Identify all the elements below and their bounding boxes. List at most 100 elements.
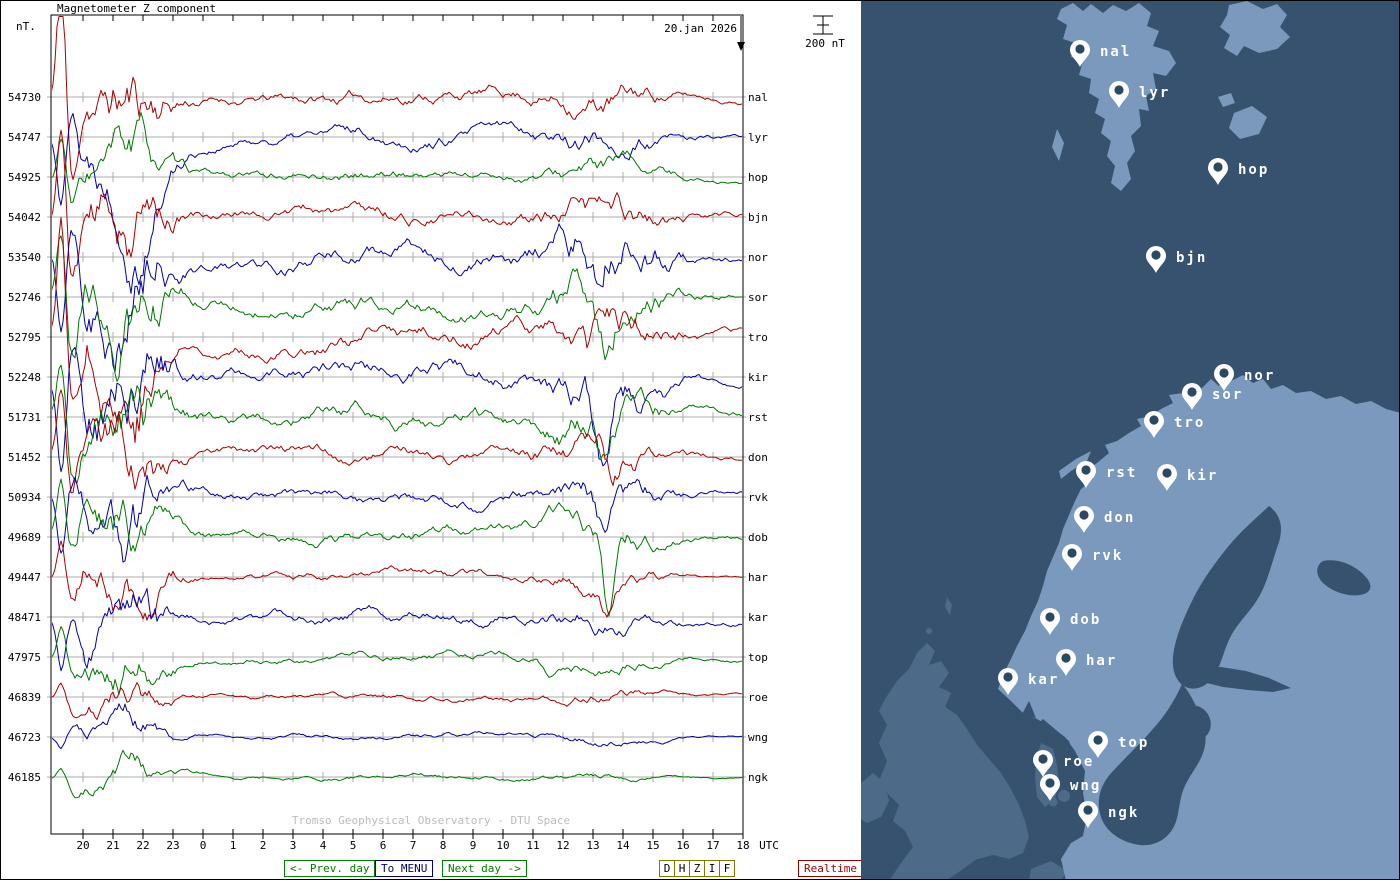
magnetogram-trace-top [52, 626, 742, 695]
baseline-value-kir: 52248 [8, 371, 41, 384]
baseline-value-dob: 49689 [8, 531, 41, 544]
axes: 54730 nal54747 lyr54925 hop54042 bjn53540 nor… [8, 14, 833, 852]
baseline-value-hop: 54925 [8, 171, 41, 184]
x-axis-hour-label: 16 [676, 839, 689, 852]
x-axis-hour-label: 5 [350, 839, 357, 852]
magnetogram-trace-bjn [52, 129, 742, 277]
x-axis-hour-label: 9 [470, 839, 477, 852]
pin-hole [1067, 548, 1077, 558]
pin-label-kar: kar [1028, 672, 1059, 688]
pin-label-kir: kir [1187, 468, 1218, 484]
station-label-dob: dob [748, 531, 768, 544]
station-label-roe: roe [748, 691, 768, 704]
baseline-value-ngk: 46185 [8, 771, 41, 784]
pin-label-sor: sor [1212, 387, 1243, 403]
baseline-value-wng: 46723 [8, 731, 41, 744]
station-label-rvk: rvk [748, 491, 768, 504]
scale-bar-icon [813, 15, 833, 35]
pin-hole [1061, 653, 1071, 663]
station-label-sor: sor [748, 291, 768, 304]
magnetogram-trace-wng [52, 703, 742, 750]
magnetogram-trace-rst [52, 364, 742, 484]
x-axis-hour-label: 1 [230, 839, 237, 852]
station-label-top: top [748, 651, 768, 664]
baseline-value-rvk: 50934 [8, 491, 41, 504]
traces [52, 16, 742, 799]
prev-day-button[interactable]: <- Prev. day [284, 860, 376, 877]
component-button-F[interactable]: F [719, 860, 735, 877]
magnetogram-trace-ngk [52, 749, 742, 799]
pin-label-bjn: bjn [1176, 250, 1207, 266]
pin-hole [1151, 250, 1161, 260]
station-label-rst: rst [748, 411, 768, 424]
station-label-tro: tro [748, 331, 768, 344]
pin-hole [1162, 468, 1172, 478]
pin-label-lyr: lyr [1139, 85, 1170, 101]
station-label-nal: nal [748, 91, 768, 104]
station-map: nal lyr hop bjn norsortro rst kir don rvk dob har k… [861, 1, 1399, 879]
magnetogram-panel: 54730 nal 54747 lyr 54925 hop 54042 bjn 53540 nor… [1, 1, 863, 879]
pin-label-tro: tro [1174, 415, 1205, 431]
pin-hole [1003, 672, 1013, 682]
station-label-hop: hop [748, 171, 768, 184]
baseline-value-nor: 53540 [8, 251, 41, 264]
magnetogram-trace-don [52, 389, 742, 494]
pin-label-don: don [1104, 510, 1135, 526]
observatory-credit: Tromso Geophysical Observatory - DTU Spa… [291, 814, 571, 827]
magnetogram-trace-hop [52, 112, 742, 204]
scale-bar-label: 200 nT [805, 37, 845, 50]
x-axis-hour-label: 3 [290, 839, 297, 852]
pin-label-dob: dob [1070, 612, 1101, 628]
magnetometer-app: 54730 nal 54747 lyr 54925 hop 54042 bjn 53540 nor… [0, 0, 1400, 880]
plot-frame [50, 14, 744, 835]
x-axis-unit-label: UTC [759, 839, 779, 852]
pin-hole [1038, 754, 1048, 764]
x-axis-hour-label: 2 [260, 839, 267, 852]
pin-hole [1083, 805, 1093, 815]
x-axis-hour-label: 20 [76, 839, 89, 852]
station-label-kir: kir [748, 371, 768, 384]
pin-label-nor: nor [1244, 368, 1275, 384]
pin-label-har: har [1086, 653, 1117, 669]
station-label-don: don [748, 451, 768, 464]
pin-hole [1114, 85, 1124, 95]
baseline-value-har: 49447 [8, 571, 41, 584]
baseline-value-roe: 46839 [8, 691, 41, 704]
baseline-value-bjn: 54042 [8, 211, 41, 224]
magnetogram-plot: 54730 nal54747 lyr54925 hop54042 bjn53540 nor… [8, 14, 833, 852]
magnetogram-trace-sor [52, 235, 742, 382]
pin-label-nal: nal [1100, 44, 1131, 60]
component-button-H[interactable]: H [674, 860, 690, 877]
station-label-wng: wng [748, 731, 768, 744]
y-axis-unit-label: nT. [16, 20, 36, 33]
magnetogram-trace-rvk [52, 474, 742, 563]
component-button-D[interactable]: D [659, 860, 675, 877]
baseline-value-lyr: 54747 [8, 131, 41, 144]
gridlines [47, 92, 746, 782]
component-button-Z[interactable]: Z [689, 860, 705, 877]
x-axis-hour-label: 11 [526, 839, 539, 852]
magnetogram-trace-dob [52, 478, 742, 617]
date-arrow-head [737, 42, 745, 51]
realtime-button[interactable]: Realtime [798, 860, 863, 877]
pin-label-rvk: rvk [1092, 548, 1123, 564]
pin-label-hop: hop [1238, 162, 1269, 178]
next-day-button[interactable]: Next day -> [442, 860, 527, 877]
baseline-value-tro: 52795 [8, 331, 41, 344]
pin-label-rst: rst [1106, 465, 1137, 481]
station-label-nor: nor [748, 251, 768, 264]
zealand-island [1058, 790, 1070, 802]
station-map-panel: nal lyr hop bjn nor sor tro rst kir don rvk dob har k… [861, 1, 1399, 879]
plot-title: Magnetometer Z component [57, 2, 216, 15]
x-axis-hour-label: 8 [440, 839, 447, 852]
pin-hole [1093, 735, 1103, 745]
to-menu-button[interactable]: To MENU [375, 860, 434, 877]
pin-hole [1075, 44, 1085, 54]
station-label-har: har [748, 571, 768, 584]
x-axis-hour-label: 23 [166, 839, 179, 852]
baseline-value-nal: 54730 [8, 91, 41, 104]
station-label-ngk: ngk [748, 771, 768, 784]
component-button-I[interactable]: I [704, 860, 720, 877]
magnetogram-trace-nor [52, 223, 742, 373]
station-label-lyr: lyr [748, 131, 768, 144]
